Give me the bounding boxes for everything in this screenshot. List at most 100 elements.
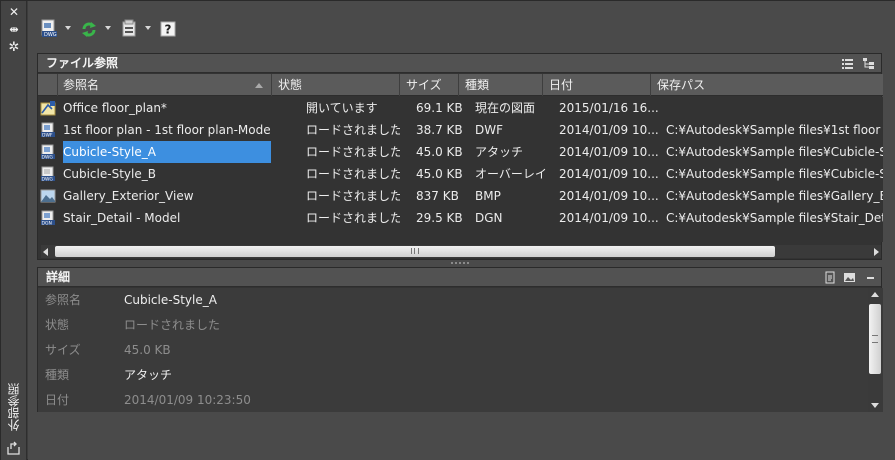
splitter-grip-icon — [451, 262, 469, 264]
detail-value: 2014/01/09 10:23:50 — [124, 393, 251, 407]
column-header-date[interactable]: 日付 — [543, 74, 651, 96]
detail-row-reference-name: 参照名 Cubicle-Style_A — [38, 288, 863, 313]
cell-path: C:¥Autodesk¥Sample files¥1st floor pla — [666, 123, 883, 137]
column-header-size[interactable]: サイズ — [400, 74, 459, 96]
cell-size: 45.0 KB — [416, 145, 463, 159]
cell-date: 2014/01/09 10... — [559, 189, 659, 203]
list-view-icon[interactable] — [841, 57, 854, 70]
detail-value: 45.0 KB — [124, 343, 171, 357]
horizontal-scrollbar[interactable] — [41, 245, 881, 258]
cell-date: 2014/01/09 10... — [559, 167, 659, 181]
close-icon[interactable]: ✕ — [5, 5, 23, 19]
cell-path: C:¥Autodesk¥Sample files¥Cubicle-Styl — [666, 145, 883, 159]
table-row[interactable]: DWG Cubicle-Style_B ロードされました 45.0 KB オーバ… — [38, 163, 883, 185]
autohide-icon[interactable]: ⇹ — [5, 23, 23, 37]
scroll-up-icon[interactable] — [871, 292, 879, 297]
column-header-status[interactable]: 状態 — [272, 74, 400, 96]
file-references-title: ファイル参照 — [46, 56, 119, 70]
file-references-section: ファイル参照 参照名 状態 サイズ 種類 日付 保存パス Office floo… — [37, 53, 883, 260]
collapse-icon[interactable] — [866, 271, 875, 284]
detail-label: 状態 — [45, 318, 70, 332]
table-row-selected[interactable]: DWG Cubicle-Style_A ロードされました 45.0 KB アタッ… — [38, 141, 883, 163]
table-row[interactable]: Gallery_Exterior_View ロードされました 837 KB BM… — [38, 185, 883, 207]
cell-type: BMP — [475, 189, 501, 203]
detail-row-status: 状態 ロードされました — [38, 313, 863, 338]
svg-text:DGN: DGN — [42, 221, 52, 227]
column-header-type-label: 種類 — [465, 78, 490, 92]
cell-name: Cubicle-Style_B — [63, 167, 156, 181]
detail-value: ロードされました — [124, 318, 221, 332]
table-row[interactable]: DGN Stair_Detail - Model ロードされました 29.5 K… — [38, 207, 883, 229]
vertical-scrollbar[interactable] — [868, 288, 883, 412]
svg-text:DWG: DWG — [44, 32, 57, 38]
attach-dwg-icon[interactable]: DWG — [40, 19, 58, 39]
palette-menu-icon[interactable] — [6, 441, 22, 455]
palette-title-strip: ✕ ⇹ ✲ 外部参照 — [1, 1, 27, 460]
help-glyph: ? — [165, 23, 172, 37]
cell-name: Stair_Detail - Model — [63, 211, 181, 225]
section-splitter[interactable] — [37, 260, 882, 266]
change-path-dropdown-arrow[interactable] — [145, 26, 151, 30]
table-row[interactable]: Office floor_plan* 開いています 69.1 KB 現在の図面 … — [38, 97, 883, 119]
detail-row-size: サイズ 45.0 KB — [38, 338, 863, 363]
detail-row-type: 種類 アタッチ — [38, 363, 863, 388]
xref-palette-window: ✕ ⇹ ✲ 外部参照 DWG ? ファイル参照 参照名 状態 サイズ 種類 日付… — [0, 0, 895, 460]
detail-label: 種類 — [45, 368, 70, 382]
cell-type: アタッチ — [475, 145, 524, 159]
detail-value[interactable]: Cubicle-Style_A — [124, 288, 217, 313]
palette-title: 外部参照 — [7, 383, 21, 431]
cell-size: 38.7 KB — [416, 123, 463, 137]
detail-label: 参照名 — [45, 293, 82, 307]
column-header-status-label: 状態 — [278, 78, 303, 92]
cell-date: 2014/01/09 10... — [559, 123, 659, 137]
cell-type: 現在の図面 — [475, 101, 536, 115]
cell-date: 2014/01/09 10... — [559, 145, 659, 159]
cell-name: 1st floor plan - 1st floor plan-Model — [63, 123, 271, 137]
table-row[interactable]: DWF 1st floor plan - 1st floor plan-Mode… — [38, 119, 883, 141]
cell-type: DGN — [475, 211, 503, 225]
horizontal-scroll-thumb[interactable] — [55, 246, 775, 257]
details-title: 詳細 — [46, 270, 71, 284]
attach-dropdown-arrow[interactable] — [65, 26, 71, 30]
cell-size: 69.1 KB — [416, 101, 463, 115]
view-toggle-icons — [841, 57, 875, 70]
column-header-date-label: 日付 — [549, 78, 574, 92]
column-header-saved-path[interactable]: 保存パス — [651, 74, 883, 96]
cell-path: C:¥Autodesk¥Sample files¥Cubicle-Styl — [666, 167, 883, 181]
help-icon[interactable]: ? — [160, 19, 176, 39]
cell-status: ロードされました — [306, 167, 400, 181]
column-icon-spacer — [38, 74, 58, 96]
preview-view-icon[interactable] — [843, 271, 856, 284]
column-header-name[interactable]: 参照名 — [58, 74, 272, 96]
cell-size: 45.0 KB — [416, 167, 463, 181]
column-header-type[interactable]: 種類 — [459, 74, 543, 96]
cell-status: ロードされました — [306, 123, 400, 137]
refresh-icon[interactable] — [80, 19, 98, 39]
details-view-icon[interactable] — [824, 271, 837, 284]
scroll-down-icon[interactable] — [871, 403, 879, 408]
column-header-size-label: サイズ — [406, 78, 442, 92]
column-header-saved-path-label: 保存パス — [657, 78, 706, 92]
cell-size: 837 KB — [416, 189, 459, 203]
details-body: 参照名 Cubicle-Style_A 状態 ロードされました サイズ 45.0… — [38, 288, 883, 412]
svg-text:DWG: DWG — [42, 155, 54, 161]
cell-path — [666, 97, 883, 119]
cell-type: DWF — [475, 123, 504, 137]
cell-type: オーバーレイ — [475, 167, 547, 181]
file-references-list: Office floor_plan* 開いています 69.1 KB 現在の図面 … — [38, 97, 883, 242]
scroll-right-icon[interactable] — [874, 248, 879, 256]
toolbar: DWG ? — [36, 17, 436, 41]
dgn-icon: DGN — [40, 210, 56, 227]
svg-text:DWG: DWG — [42, 177, 54, 183]
details-header: 詳細 — [38, 268, 881, 287]
properties-icon[interactable]: ✲ — [5, 41, 23, 55]
refresh-dropdown-arrow[interactable] — [105, 26, 111, 30]
dwg-icon: DWG — [40, 144, 56, 161]
file-references-header: ファイル参照 — [38, 54, 881, 73]
tree-view-icon[interactable] — [862, 57, 875, 70]
vertical-scroll-thumb[interactable] — [869, 304, 881, 374]
scroll-left-icon[interactable] — [43, 248, 48, 256]
cell-size: 29.5 KB — [416, 211, 463, 225]
detail-value[interactable]: アタッチ — [124, 363, 172, 388]
change-path-icon[interactable] — [120, 19, 138, 39]
